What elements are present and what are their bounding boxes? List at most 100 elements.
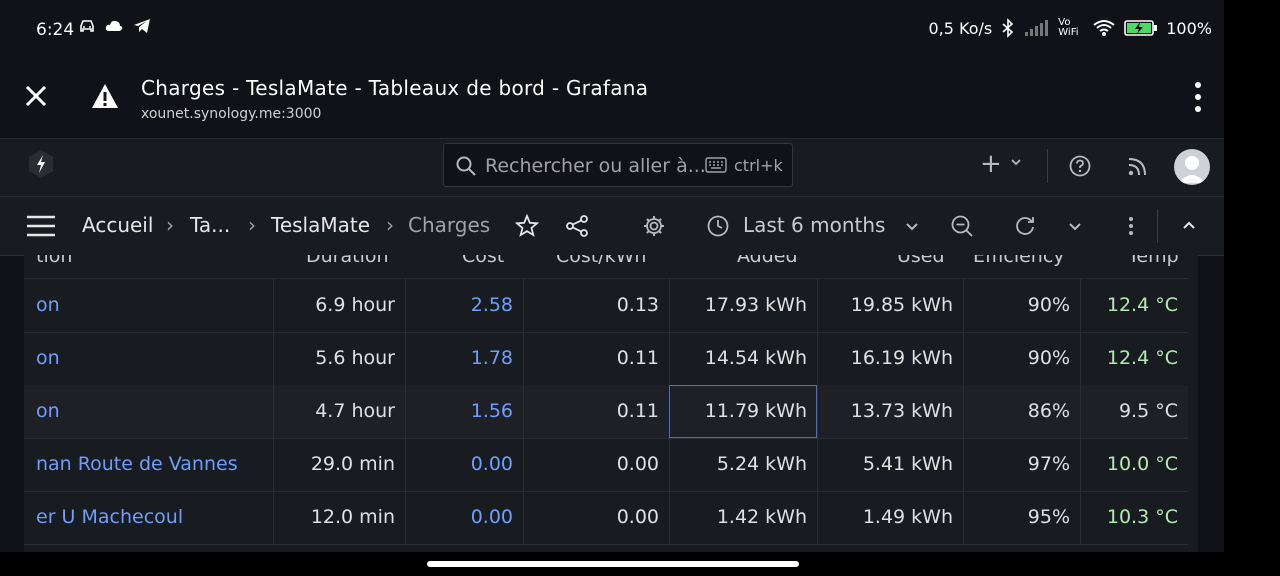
- menu-icon[interactable]: [26, 215, 56, 237]
- page-url: xounet.synology.me:3000: [141, 106, 322, 122]
- duration-cell: 5.6 hour: [273, 332, 405, 385]
- temp-cell: 10.0 °C: [1080, 438, 1188, 491]
- news-feed-icon[interactable]: [1127, 155, 1149, 177]
- status-right: 0,5 Ko/s Vo WiFi 100%: [928, 17, 1212, 38]
- cost-kwh-cell: 0.11: [523, 385, 669, 438]
- added-cell: 5.24 kWh: [669, 438, 817, 491]
- more-options-icon[interactable]: [1119, 214, 1143, 238]
- column-header-temp[interactable]: Temp: [1128, 255, 1179, 267]
- used-cell: 1.49 kWh: [817, 491, 963, 544]
- chevron-down-icon[interactable]: [1010, 157, 1022, 167]
- dashboard-toolbar: Accueil › Ta... › TeslaMate › Charges La…: [0, 197, 1224, 256]
- bluetooth-icon: [1002, 18, 1014, 38]
- browser-menu-icon[interactable]: [1192, 82, 1204, 112]
- used-cell: 19.85 kWh: [817, 279, 963, 332]
- location-link[interactable]: on: [24, 279, 273, 332]
- close-icon[interactable]: [22, 82, 50, 110]
- breadcrumb-current: Charges: [408, 213, 491, 237]
- duration-cell: 4.7 hour: [273, 385, 405, 438]
- breadcrumb-separator: ›: [166, 213, 174, 237]
- page-title: Charges - TeslaMate - Tableaux de bord -…: [141, 76, 649, 100]
- column-header-location[interactable]: tion: [36, 255, 72, 267]
- battery-charging-icon: [1124, 20, 1158, 36]
- added-cell: 14.54 kWh: [669, 332, 817, 385]
- user-avatar[interactable]: [1174, 149, 1210, 185]
- column-header-cost[interactable]: Cost: [462, 255, 504, 267]
- column-header-used[interactable]: Used: [897, 255, 945, 267]
- cost-link[interactable]: 0.00: [405, 491, 523, 544]
- table-row: on 5.6 hour 1.78 0.11 14.54 kWh 16.19 kW…: [24, 332, 1188, 386]
- column-header-efficiency[interactable]: Efficiency: [973, 255, 1065, 267]
- star-icon[interactable]: [515, 214, 539, 238]
- column-header-duration[interactable]: Duration: [306, 255, 389, 267]
- duration-cell: 12.0 min: [273, 491, 405, 544]
- signal-icon: [1025, 20, 1049, 36]
- divider: [1157, 209, 1158, 243]
- column-header-added[interactable]: Added: [737, 255, 798, 267]
- efficiency-cell: 90%: [963, 332, 1080, 385]
- vowifi-label: Vo WiFi: [1058, 17, 1079, 38]
- chevron-down-icon[interactable]: [1063, 214, 1087, 238]
- keyboard-icon: [705, 157, 727, 173]
- warning-icon[interactable]: [90, 82, 120, 110]
- efficiency-cell: 90%: [963, 279, 1080, 332]
- location-link[interactable]: er U Machecoul: [24, 491, 273, 544]
- duration-cell: 29.0 min: [273, 438, 405, 491]
- column-header-cost-kwh[interactable]: Cost/kWh: [556, 255, 646, 267]
- cost-kwh-cell: 0.11: [523, 332, 669, 385]
- add-new-button[interactable]: +: [980, 151, 1002, 177]
- charges-table-panel: tion Duration Cost Cost/kWh Added Used E…: [24, 255, 1198, 552]
- search-icon: [456, 156, 476, 176]
- efficiency-cell: 97%: [963, 438, 1080, 491]
- wifi-icon: [1093, 20, 1115, 36]
- time-range-picker[interactable]: Last 6 months: [743, 213, 885, 237]
- temp-cell: 12.4 °C: [1080, 332, 1188, 385]
- chevron-down-icon[interactable]: [900, 214, 924, 238]
- share-icon[interactable]: [565, 214, 589, 238]
- temp-cell: 9.5 °C: [1080, 385, 1188, 438]
- cost-kwh-cell: 0.13: [523, 279, 669, 332]
- settings-gear-icon[interactable]: [642, 214, 666, 238]
- temp-cell: 10.3 °C: [1080, 491, 1188, 544]
- duration-cell: 6.9 hour: [273, 279, 405, 332]
- efficiency-cell: 86%: [963, 385, 1080, 438]
- phone-screen: 6:24 0,5 Ko/s Vo WiFi 100% Charges - Tes…: [0, 0, 1224, 552]
- help-icon[interactable]: [1069, 155, 1091, 177]
- gesture-nav-bar: [0, 552, 1280, 576]
- search-input[interactable]: Rechercher ou aller à... ctrl+k: [443, 143, 793, 187]
- grafana-logo-icon[interactable]: [28, 149, 54, 179]
- breadcrumb-separator: ›: [386, 213, 394, 237]
- cost-link[interactable]: 2.58: [405, 279, 523, 332]
- cost-kwh-cell: 0.00: [523, 491, 669, 544]
- added-cell[interactable]: 11.79 kWh: [669, 385, 817, 438]
- efficiency-cell: 95%: [963, 491, 1080, 544]
- added-cell: 17.93 kWh: [669, 279, 817, 332]
- zoom-out-icon[interactable]: [950, 214, 974, 238]
- table-row: [24, 544, 1188, 552]
- cost-link[interactable]: 0.00: [405, 438, 523, 491]
- cost-link[interactable]: 1.78: [405, 332, 523, 385]
- table-row: er U Machecoul 12.0 min 0.00 0.00 1.42 k…: [24, 491, 1188, 545]
- location-link[interactable]: nan Route de Vannes: [24, 438, 273, 491]
- search-shortcut: ctrl+k: [734, 156, 783, 175]
- temp-cell: 12.4 °C: [1080, 279, 1188, 332]
- cost-link[interactable]: 1.56: [405, 385, 523, 438]
- status-bar: 6:24 0,5 Ko/s Vo WiFi 100%: [0, 0, 1224, 60]
- breadcrumb-home[interactable]: Accueil: [82, 213, 153, 237]
- home-gesture-handle[interactable]: [427, 561, 799, 567]
- screen-edge: [1224, 0, 1280, 576]
- cost-kwh-cell: 0.00: [523, 438, 669, 491]
- added-cell: 1.42 kWh: [669, 491, 817, 544]
- table-row: on 4.7 hour 1.56 0.11 11.79 kWh 13.73 kW…: [24, 385, 1188, 439]
- breadcrumb-folder[interactable]: Ta...: [190, 213, 230, 237]
- telegram-icon: [134, 19, 150, 33]
- clock-icon[interactable]: [706, 214, 730, 238]
- refresh-icon[interactable]: [1013, 214, 1037, 238]
- location-link[interactable]: on: [24, 385, 273, 438]
- net-speed: 0,5 Ko/s: [928, 18, 993, 38]
- grafana-top-bar: Rechercher ou aller à... ctrl+k +: [0, 139, 1224, 197]
- chevron-up-icon[interactable]: [1177, 214, 1201, 238]
- search-placeholder: Rechercher ou aller à...: [485, 155, 706, 177]
- location-link[interactable]: on: [24, 332, 273, 385]
- breadcrumb-teslamate[interactable]: TeslaMate: [271, 213, 370, 237]
